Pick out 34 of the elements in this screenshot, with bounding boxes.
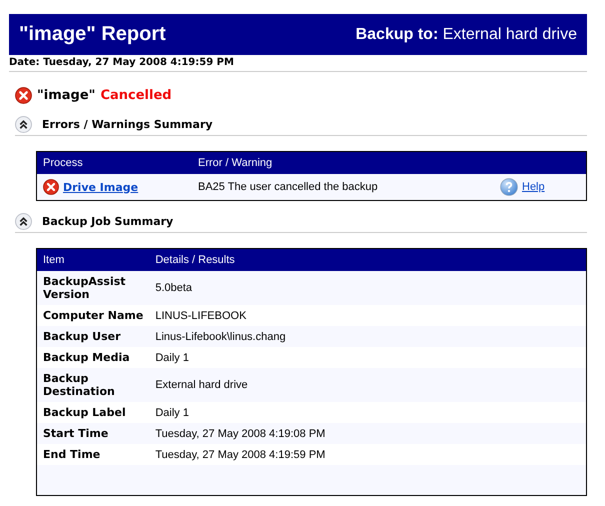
column-header: Item	[36, 248, 150, 271]
help-link[interactable]: Help	[522, 181, 545, 193]
table-cell: Backup Label	[36, 402, 150, 423]
table-cell: Start Time	[36, 423, 150, 444]
table-cell: Computer Name	[36, 305, 150, 326]
table-cell: External hard drive	[149, 368, 586, 402]
column-header: Process	[36, 152, 192, 174]
help-icon	[500, 178, 518, 196]
table-cell: Tuesday, 27 May 2008 4:19:59 PM	[149, 444, 586, 465]
error-icon	[43, 179, 59, 195]
backup-destination-text: Backup to: External hard drive	[356, 26, 577, 44]
table-cell: Backup User	[36, 326, 150, 347]
table-cell: Linus-Lifebook\linus.chang	[149, 326, 586, 347]
table-cell: 5.0beta	[149, 271, 586, 305]
table-cell: Backup Destination	[36, 368, 150, 402]
report-date: Date: Tuesday, 27 May 2008 4:19:59 PM	[9, 55, 587, 72]
column-header: Error / Warning	[192, 152, 494, 174]
table-cell: BA25 The user cancelled the backup	[192, 174, 494, 200]
section-title: Backup Job Summary	[42, 215, 174, 228]
table-cell: Daily 1	[149, 347, 586, 368]
section-title: Errors / Warnings Summary	[42, 118, 213, 131]
table-cell: Tuesday, 27 May 2008 4:19:08 PM	[149, 423, 586, 444]
job-name: "image"	[37, 88, 96, 103]
collapse-icon[interactable]	[15, 213, 32, 230]
error-icon	[15, 87, 32, 104]
table-cell: Daily 1	[149, 402, 586, 423]
job-result: Cancelled	[100, 88, 172, 103]
report-title: "image" Report	[19, 23, 166, 46]
column-header: Details / Results	[149, 248, 586, 271]
table-cell: LINUS-LIFEBOOK	[149, 305, 586, 326]
collapse-icon[interactable]	[15, 116, 32, 133]
table-cell: Backup Media	[36, 347, 150, 368]
table-cell: BackupAssist Version	[36, 271, 150, 305]
table-cell: End Time	[36, 444, 150, 465]
